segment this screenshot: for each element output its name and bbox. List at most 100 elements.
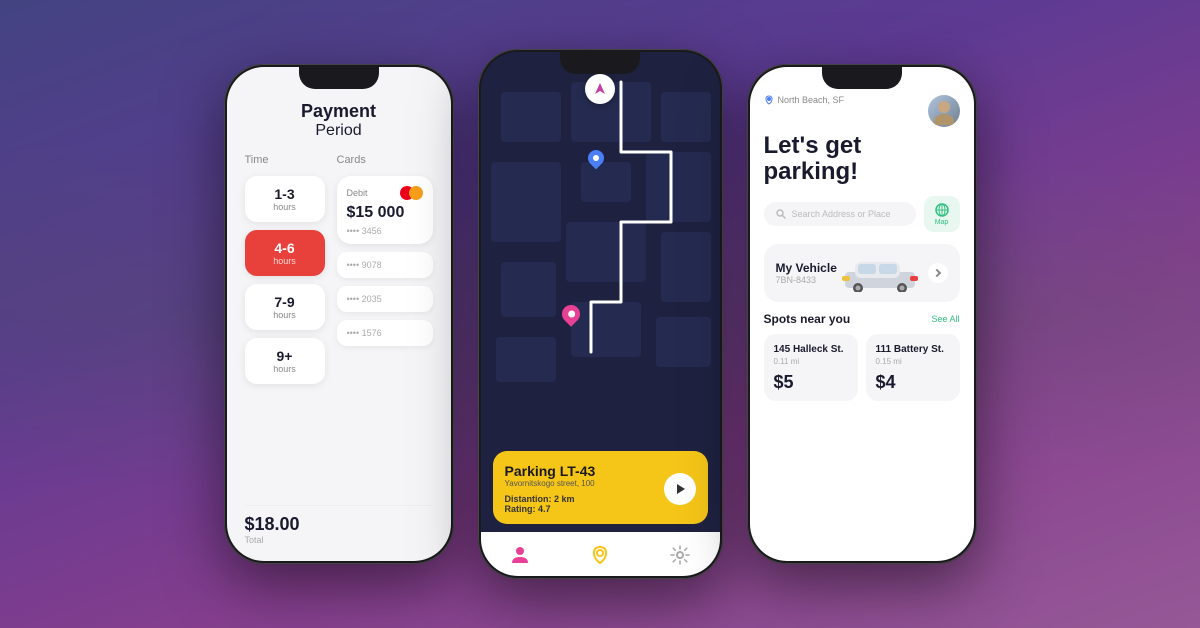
nav-settings-icon[interactable] [667, 542, 693, 568]
time-option-7-9[interactable]: 7-9 hours [245, 284, 325, 330]
parking-rating: Rating: 4.7 [505, 504, 596, 514]
parking-arrow-btn[interactable] [664, 473, 696, 505]
chevron-right-icon [932, 269, 940, 277]
parking-card[interactable]: Parking LT-43 Yavornitskogo street, 100 … [493, 451, 708, 524]
vehicle-section[interactable]: My Vehicle 7BN-8433 [764, 244, 960, 302]
spot-1-price: $5 [774, 372, 848, 393]
time-range-2: 4-6 [253, 240, 317, 256]
spot-2-dist: 0.15 mi [876, 357, 950, 366]
mc-orange-circle [409, 186, 423, 200]
parking-card-info: Parking LT-43 Yavornitskogo street, 100 … [505, 463, 596, 514]
bottom-nav [481, 532, 720, 576]
time-unit-2: hours [253, 256, 317, 266]
payment-screen: Payment Period Time 1-3 hours 4-6 hours [227, 67, 451, 561]
notch-1 [299, 67, 379, 89]
distance-value: 2 km [554, 494, 575, 504]
card-mini-2[interactable]: •••• 2035 [337, 286, 433, 312]
card-type: Debit [347, 188, 368, 198]
search-row: Search Address or Place Map [764, 196, 960, 232]
parking-distance: Distantion: 2 km [505, 494, 596, 504]
time-range-3: 7-9 [253, 294, 317, 310]
blue-pin-body [585, 147, 608, 170]
phone-2-screen: Parking LT-43 Yavornitskogo street, 100 … [481, 52, 720, 576]
screen3-header: North Beach, SF [764, 95, 960, 127]
spots-title: Spots near you [764, 312, 851, 326]
vehicle-chevron [928, 263, 948, 283]
map-btn-label: Map [935, 219, 949, 226]
car-icon [840, 254, 925, 292]
card-amount: $15 000 [347, 204, 423, 222]
payment-title-line2: Period [315, 122, 361, 139]
phone-3-screen: North Beach, SF Let's get parking! [750, 67, 974, 561]
card-number: •••• 3456 [347, 226, 423, 236]
parking-address: Yavornitskogo street, 100 [505, 479, 596, 488]
spot-2-price: $4 [876, 372, 950, 393]
location-line: North Beach, SF [764, 95, 845, 105]
card-mini-3[interactable]: •••• 1576 [337, 320, 433, 346]
spots-row: 145 Halleck St. 0.11 mi $5 111 Battery S… [764, 334, 960, 401]
time-unit-1: hours [253, 202, 317, 212]
spot-card-2[interactable]: 111 Battery St. 0.15 mi $4 [866, 334, 960, 401]
hero-title: Let's get parking! [764, 133, 960, 186]
map-icon [934, 202, 950, 218]
total-label: Total [245, 535, 433, 545]
search-icon [776, 209, 786, 219]
mastercard-icon [400, 186, 423, 200]
parking-card-header: Parking LT-43 Yavornitskogo street, 100 … [505, 463, 696, 514]
settings-svg [670, 545, 690, 565]
time-unit-4: hours [253, 364, 317, 374]
map-area[interactable] [481, 52, 720, 451]
nav-arrow-icon [593, 82, 607, 96]
time-option-9plus[interactable]: 9+ hours [245, 338, 325, 384]
cards-label: Cards [337, 154, 433, 166]
hero-line1: Let's get [764, 133, 960, 159]
person-svg [510, 545, 530, 565]
vehicle-info: My Vehicle 7BN-8433 [776, 261, 837, 285]
location-text: North Beach, SF [778, 95, 845, 105]
route-svg [521, 72, 681, 372]
time-label: Time [245, 154, 325, 166]
cards-column: Cards Debit $15 000 •••• 3456 [337, 154, 433, 495]
phone-2: Parking LT-43 Yavornitskogo street, 100 … [478, 49, 723, 579]
pink-pin-body [558, 301, 583, 326]
parking-name: Parking LT-43 [505, 463, 596, 479]
time-option-4-6[interactable]: 4-6 hours [245, 230, 325, 276]
phone-1: Payment Period Time 1-3 hours 4-6 hours [224, 64, 454, 564]
main-card[interactable]: Debit $15 000 •••• 3456 [337, 176, 433, 244]
card-header: Debit [347, 186, 423, 200]
arrow-right-icon [677, 484, 685, 494]
see-all-button[interactable]: See All [931, 314, 959, 324]
total-section: $18.00 Total [245, 505, 433, 545]
location-dot-icon [764, 95, 774, 105]
search-screen: North Beach, SF Let's get parking! [750, 67, 974, 561]
payment-title: Payment Period [245, 101, 433, 140]
distance-label: Distantion: [505, 494, 552, 504]
nav-person-icon[interactable] [507, 542, 533, 568]
phone-1-screen: Payment Period Time 1-3 hours 4-6 hours [227, 67, 451, 561]
rating-label: Rating: [505, 504, 536, 514]
time-option-1-3[interactable]: 1-3 hours [245, 176, 325, 222]
user-avatar[interactable] [928, 95, 960, 127]
card-mini-1[interactable]: •••• 9078 [337, 252, 433, 278]
payment-columns: Time 1-3 hours 4-6 hours 7-9 hours [245, 154, 433, 495]
total-amount: $18.00 [245, 514, 433, 535]
phone-3: North Beach, SF Let's get parking! [747, 64, 977, 564]
spot-card-1[interactable]: 145 Halleck St. 0.11 mi $5 [764, 334, 858, 401]
map-screen: Parking LT-43 Yavornitskogo street, 100 … [481, 52, 720, 576]
time-range-4: 9+ [253, 348, 317, 364]
avatar-svg [930, 97, 958, 125]
time-unit-3: hours [253, 310, 317, 320]
notch-2 [560, 52, 640, 74]
location-svg [590, 545, 610, 565]
parking-info-wrapper: Parking LT-43 Yavornitskogo street, 100 … [481, 451, 720, 532]
vehicle-plate: 7BN-8433 [776, 275, 837, 285]
phones-container: Payment Period Time 1-3 hours 4-6 hours [0, 0, 1200, 628]
spot-1-name: 145 Halleck St. [774, 344, 848, 355]
map-button[interactable]: Map [924, 196, 960, 232]
time-column: Time 1-3 hours 4-6 hours 7-9 hours [245, 154, 325, 495]
notch-3 [822, 67, 902, 89]
search-box[interactable]: Search Address or Place [764, 202, 916, 226]
time-range-1: 1-3 [253, 186, 317, 202]
nav-location-icon[interactable] [587, 542, 613, 568]
rating-value: 4.7 [538, 504, 551, 514]
